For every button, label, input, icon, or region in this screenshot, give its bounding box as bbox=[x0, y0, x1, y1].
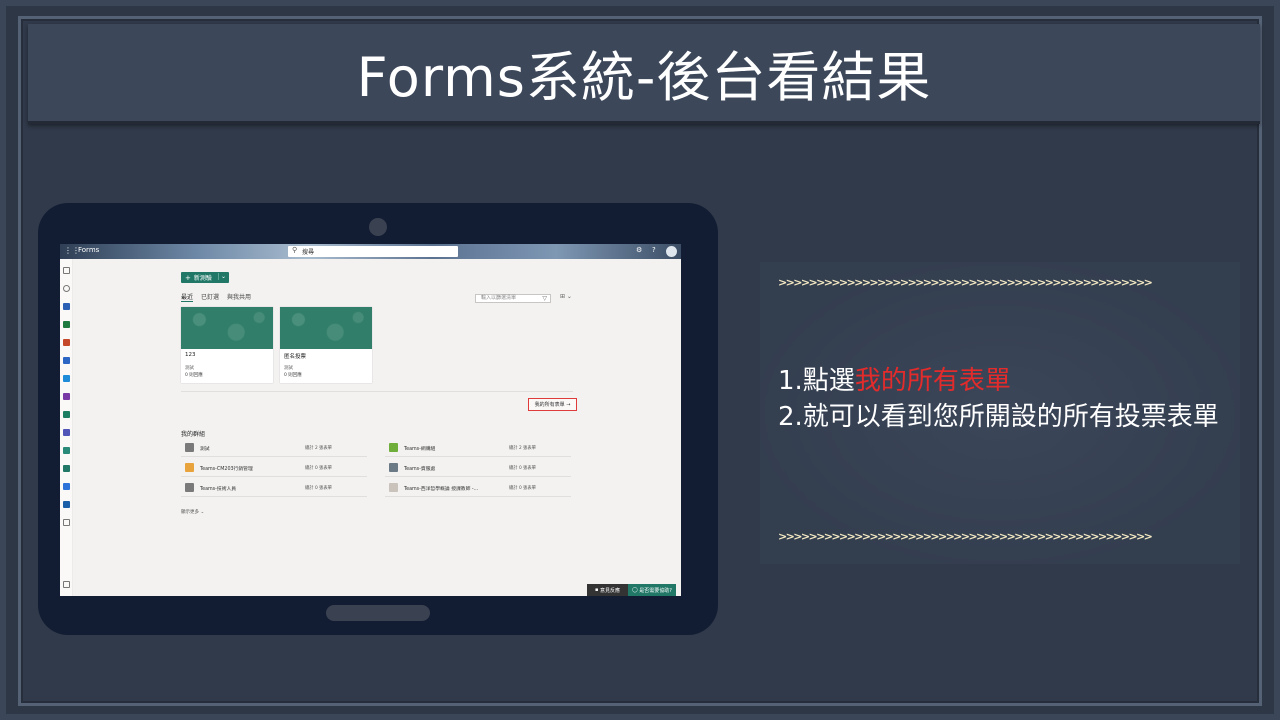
group-count: 總計 2 張表單 bbox=[305, 446, 332, 451]
excel-icon[interactable] bbox=[63, 321, 70, 328]
forms-tabs: 最近 已釘選 與我共用 bbox=[181, 292, 251, 302]
word-icon[interactable] bbox=[63, 357, 70, 364]
help-button[interactable]: ◯ 是否需要協助? bbox=[628, 584, 676, 596]
tablet-device: ⋮⋮ Forms ⚲ 搜尋 ⚙ ? + 新測驗 ⌄ 最近 已釘選 與我共用 輸入… bbox=[38, 203, 718, 635]
group-icon bbox=[185, 483, 194, 492]
group-row[interactable]: Teams-CM203行銷管理 總計 0 張表單 bbox=[181, 459, 367, 477]
left-app-rail bbox=[60, 259, 73, 596]
step1-prefix: 1.點選 bbox=[778, 366, 855, 396]
group-name: Teams-網購組 bbox=[404, 447, 436, 452]
group-count: 總計 0 張表單 bbox=[305, 466, 332, 471]
all-forms-label: 我的所有表單 bbox=[534, 402, 565, 408]
create-icon[interactable] bbox=[63, 285, 70, 292]
decorative-arrows-bottom: >>>>>>>>>>>>>>>>>>>>>>>>>>>>>>>>>>>>>>>>… bbox=[778, 530, 1153, 543]
instruction-step-2: 2.就可以看到您所開設的所有投票表單 bbox=[778, 402, 1219, 432]
feedback-button[interactable]: ▪ 意見反應 bbox=[587, 584, 628, 596]
forms-main-content: + 新測驗 ⌄ 最近 已釘選 與我共用 輸入以篩選清單 ▽ ⊞ ⌄ 123 測試… bbox=[73, 259, 681, 596]
view-toggle-icon[interactable]: ⊞ ⌄ bbox=[560, 293, 572, 300]
group-icon bbox=[389, 463, 398, 472]
todo-icon[interactable] bbox=[63, 483, 70, 490]
sharepoint-icon[interactable] bbox=[63, 411, 70, 418]
help-label: 是否需要協助? bbox=[639, 587, 672, 594]
group-count: 總計 0 張表單 bbox=[509, 486, 536, 491]
all-apps-icon[interactable] bbox=[63, 581, 70, 588]
form-card-banner bbox=[181, 307, 273, 349]
home-icon[interactable] bbox=[63, 267, 70, 274]
search-placeholder: 搜尋 bbox=[302, 249, 315, 256]
tablet-camera bbox=[369, 218, 387, 236]
outlook-icon[interactable] bbox=[63, 303, 70, 310]
stream-icon[interactable] bbox=[63, 501, 70, 508]
group-row[interactable]: Teams-西洋哲學概論 授課教師 -... 總計 0 張表單 bbox=[385, 479, 571, 497]
filter-input[interactable]: 輸入以篩選清單 ▽ bbox=[475, 294, 551, 303]
search-input[interactable]: ⚲ 搜尋 bbox=[288, 246, 458, 257]
group-name: Teams-CM203行銷管理 bbox=[200, 467, 253, 472]
plus-icon: + bbox=[185, 273, 191, 282]
tab-recent[interactable]: 最近 bbox=[181, 292, 194, 302]
sway-icon[interactable] bbox=[63, 447, 70, 454]
feedback-label: 意見反應 bbox=[599, 587, 620, 594]
form-card-responses: 0 則回應 bbox=[284, 373, 302, 378]
group-row[interactable]: 測試 總計 2 張表單 bbox=[181, 439, 367, 457]
form-card[interactable]: 123 測試 0 則回應 bbox=[181, 307, 273, 383]
group-icon bbox=[389, 483, 398, 492]
tablet-home-button bbox=[326, 605, 430, 621]
powerpoint-icon[interactable] bbox=[63, 339, 70, 346]
form-card-subtitle: 測試 bbox=[185, 366, 194, 371]
group-name: Teams-技術人員 bbox=[200, 487, 237, 492]
app-name[interactable]: Forms bbox=[78, 246, 99, 254]
form-card-title: 匿名投票 bbox=[284, 354, 307, 360]
help-icon[interactable]: ? bbox=[652, 246, 656, 254]
form-card-subtitle: 測試 bbox=[284, 366, 293, 371]
group-icon bbox=[185, 463, 194, 472]
help-circle-icon: ◯ bbox=[632, 587, 640, 593]
forms-top-bar: ⋮⋮ Forms ⚲ 搜尋 ⚙ ? bbox=[60, 244, 681, 259]
tab-pinned[interactable]: 已釘選 bbox=[201, 292, 219, 302]
slide-title: Forms系統-後台看結果 bbox=[356, 46, 932, 109]
all-forms-link[interactable]: 我的所有表單 → bbox=[528, 398, 577, 411]
group-name: Teams-西洋哲學概論 授課教師 -... bbox=[404, 487, 479, 492]
instruction-step-1: 1.點選我的所有表單 bbox=[778, 360, 1011, 397]
instruction-panel: >>>>>>>>>>>>>>>>>>>>>>>>>>>>>>>>>>>>>>>>… bbox=[760, 262, 1240, 564]
group-count: 總計 2 張表單 bbox=[509, 446, 536, 451]
gear-icon[interactable]: ⚙ bbox=[636, 246, 642, 254]
forms-icon[interactable] bbox=[63, 465, 70, 472]
group-count: 總計 0 張表單 bbox=[509, 466, 536, 471]
group-count: 總計 0 張表單 bbox=[305, 486, 332, 491]
form-card-title: 123 bbox=[185, 352, 196, 358]
search-icon: ⚲ bbox=[292, 246, 298, 254]
chevron-down-icon: ⌄ bbox=[200, 510, 205, 515]
form-card-banner bbox=[280, 307, 372, 349]
groups-title: 我的群組 bbox=[181, 431, 206, 438]
arrow-right-icon: → bbox=[564, 401, 571, 408]
new-quiz-button[interactable]: + 新測驗 ⌄ bbox=[181, 272, 229, 283]
filter-icon: ▽ bbox=[542, 295, 547, 302]
group-row[interactable]: Teams-資服處 總計 0 張表單 bbox=[385, 459, 571, 477]
onenote-icon[interactable] bbox=[63, 393, 70, 400]
group-name: Teams-資服處 bbox=[404, 467, 436, 472]
form-card[interactable]: 匿名投票 測試 0 則回應 bbox=[280, 307, 372, 383]
step1-highlight: 我的所有表單 bbox=[854, 366, 1011, 396]
forms-screenshot: ⋮⋮ Forms ⚲ 搜尋 ⚙ ? + 新測驗 ⌄ 最近 已釘選 與我共用 輸入… bbox=[60, 244, 681, 596]
teams-icon[interactable] bbox=[63, 429, 70, 436]
avatar[interactable] bbox=[666, 246, 677, 257]
chevron-down-icon[interactable]: ⌄ bbox=[217, 273, 226, 280]
group-icon bbox=[389, 443, 398, 452]
new-quiz-label: 新測驗 bbox=[193, 275, 212, 282]
group-row[interactable]: Teams-技術人員 總計 0 張表單 bbox=[181, 479, 367, 497]
show-more-label: 顯示更多 bbox=[181, 510, 199, 515]
divider bbox=[181, 391, 573, 392]
tab-shared[interactable]: 與我共用 bbox=[227, 292, 251, 302]
app-launcher-icon[interactable]: ⋮⋮ bbox=[64, 247, 80, 255]
group-row[interactable]: Teams-網購組 總計 2 張表單 bbox=[385, 439, 571, 457]
onedrive-icon[interactable] bbox=[63, 375, 70, 382]
decorative-arrows-top: >>>>>>>>>>>>>>>>>>>>>>>>>>>>>>>>>>>>>>>>… bbox=[778, 276, 1153, 289]
slide-title-bar: Forms系統-後台看結果 bbox=[28, 24, 1260, 124]
office-icon[interactable] bbox=[63, 519, 70, 526]
filter-placeholder: 輸入以篩選清單 bbox=[481, 295, 517, 301]
group-name: 測試 bbox=[200, 447, 210, 452]
form-card-responses: 0 則回應 bbox=[185, 373, 203, 378]
show-more-link[interactable]: 顯示更多 ⌄ bbox=[181, 509, 204, 515]
group-icon bbox=[185, 443, 194, 452]
